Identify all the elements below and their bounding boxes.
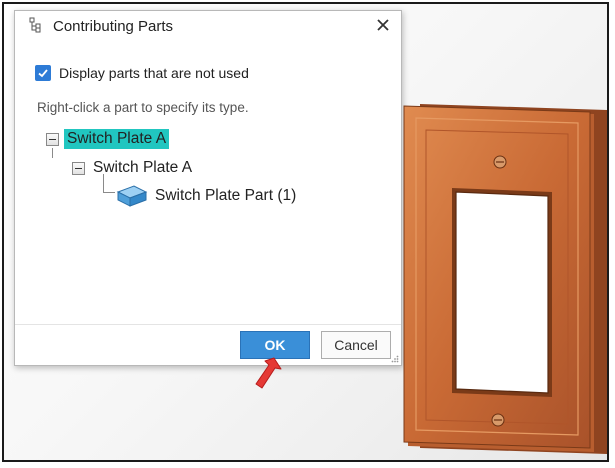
close-icon — [377, 19, 389, 31]
solid-part-icon — [116, 185, 148, 207]
collapse-toggle[interactable] — [72, 161, 85, 175]
tree-item-subassembly[interactable]: Switch Plate A — [72, 159, 192, 177]
tree-item-root[interactable]: Switch Plate A — [46, 129, 170, 149]
ok-button[interactable]: OK — [240, 331, 310, 359]
display-unused-checkbox[interactable] — [35, 65, 51, 81]
switch-plate-model — [403, 104, 607, 454]
dialog-titlebar: Contributing Parts — [15, 11, 401, 43]
red-arrow-pointer-icon — [255, 357, 282, 389]
close-button[interactable] — [373, 15, 393, 35]
tree-connector — [52, 148, 53, 158]
assembly-tree-icon — [29, 17, 45, 33]
tree-item-subassembly-label: Switch Plate A — [93, 159, 193, 176]
instruction-text: Right-click a part to specify its type. — [37, 100, 249, 115]
display-unused-label: Display parts that are not used — [59, 65, 249, 81]
display-unused-option: Display parts that are not used — [35, 63, 249, 83]
cancel-button[interactable]: Cancel — [321, 331, 391, 359]
collapse-toggle[interactable] — [46, 132, 59, 146]
button-separator — [15, 324, 401, 325]
dialog-title: Contributing Parts — [53, 18, 174, 35]
screenshot-frame: Contributing Parts Display parts that ar… — [2, 2, 609, 462]
tree-item-root-label: Switch Plate A — [64, 129, 170, 149]
tree-item-part-label: Switch Plate Part (1) — [155, 187, 297, 204]
tree-item-part[interactable]: Switch Plate Part (1) — [111, 183, 296, 209]
contributing-parts-dialog: Contributing Parts Display parts that ar… — [14, 10, 402, 366]
checkmark-icon — [38, 69, 48, 78]
